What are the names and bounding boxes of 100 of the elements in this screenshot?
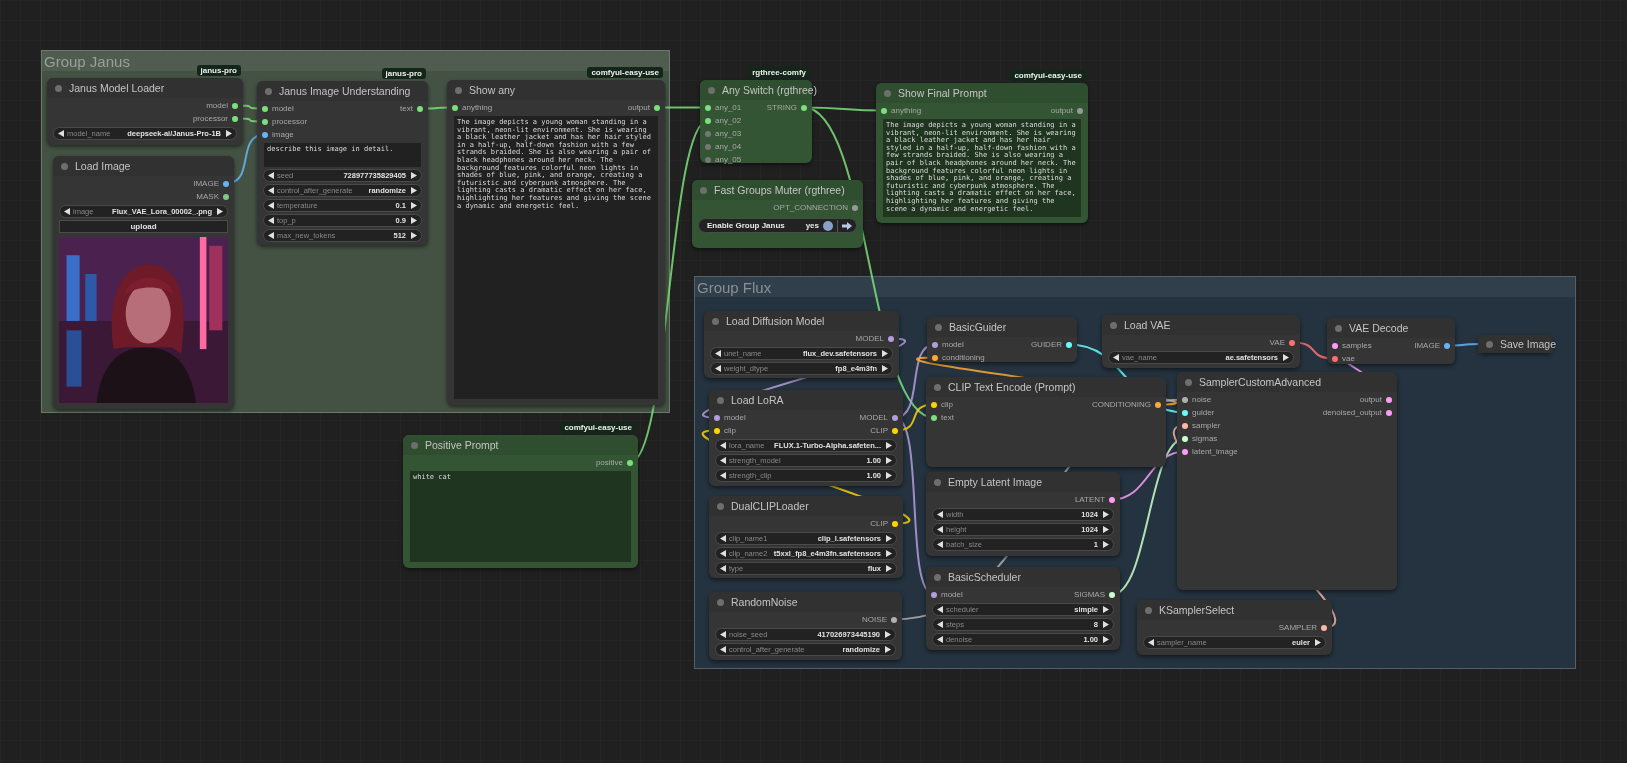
left-arrow-icon[interactable]	[720, 550, 726, 557]
left-arrow-icon[interactable]	[720, 535, 726, 542]
input-socket[interactable]	[705, 156, 711, 163]
right-arrow-icon[interactable]	[886, 535, 892, 542]
collapse-dot[interactable]	[934, 383, 941, 391]
input-socket[interactable]	[932, 341, 938, 348]
right-arrow-icon[interactable]	[411, 217, 417, 224]
output-socket[interactable]	[417, 105, 423, 112]
left-arrow-icon[interactable]	[937, 621, 943, 628]
collapse-dot[interactable]	[1486, 340, 1493, 348]
left-arrow-icon[interactable]	[720, 646, 726, 653]
output-socket[interactable]	[1066, 341, 1072, 348]
collapse-dot[interactable]	[1185, 378, 1192, 386]
left-arrow-icon[interactable]	[715, 365, 721, 372]
node-panel[interactable]: Fast Groups Muter (rgthree) OPT_CONNECTION Enable Group Janus yes	[692, 180, 863, 248]
right-arrow-icon[interactable]	[885, 631, 891, 638]
output-socket[interactable]	[1321, 624, 1327, 631]
output-socket[interactable]	[232, 115, 238, 122]
left-arrow-icon[interactable]	[937, 541, 943, 548]
right-arrow-icon[interactable]	[882, 350, 888, 357]
left-arrow-icon[interactable]	[1148, 639, 1154, 646]
output-socket[interactable]	[1289, 339, 1295, 346]
left-arrow-icon[interactable]	[1113, 354, 1119, 361]
output-socket[interactable]	[1386, 409, 1392, 416]
arrow-icon[interactable]	[842, 221, 852, 230]
left-arrow-icon[interactable]	[268, 187, 274, 194]
right-arrow-icon[interactable]	[1103, 511, 1109, 518]
left-arrow-icon[interactable]	[937, 636, 943, 643]
input-socket[interactable]	[932, 354, 938, 361]
right-arrow-icon[interactable]	[886, 472, 892, 479]
collapse-dot[interactable]	[717, 502, 724, 510]
left-arrow-icon[interactable]	[720, 631, 726, 638]
left-arrow-icon[interactable]	[64, 208, 70, 215]
left-arrow-icon[interactable]	[268, 202, 274, 209]
collapse-dot[interactable]	[1335, 324, 1342, 332]
output-socket[interactable]	[1155, 401, 1161, 408]
collapse-dot[interactable]	[884, 89, 891, 97]
output-socket[interactable]	[654, 104, 660, 111]
output-socket[interactable]	[892, 520, 898, 527]
collapse-dot[interactable]	[55, 84, 62, 92]
collapse-dot[interactable]	[411, 441, 418, 449]
right-arrow-icon[interactable]	[411, 187, 417, 194]
output-socket[interactable]	[1386, 396, 1392, 403]
collapse-dot[interactable]	[717, 598, 724, 606]
right-arrow-icon[interactable]	[1103, 621, 1109, 628]
output-socket[interactable]	[891, 616, 897, 623]
collapse-dot[interactable]	[61, 162, 68, 170]
toggle-knob[interactable]	[823, 220, 833, 231]
input-socket[interactable]	[705, 143, 711, 150]
output-socket[interactable]	[888, 335, 894, 342]
left-arrow-icon[interactable]	[720, 565, 726, 572]
input-socket[interactable]	[931, 414, 937, 421]
output-socket[interactable]	[892, 427, 898, 434]
input-socket[interactable]	[714, 414, 720, 421]
right-arrow-icon[interactable]	[226, 130, 232, 137]
left-arrow-icon[interactable]	[720, 457, 726, 464]
left-arrow-icon[interactable]	[937, 526, 943, 533]
output-socket[interactable]	[1444, 342, 1450, 349]
right-arrow-icon[interactable]	[411, 232, 417, 239]
left-arrow-icon[interactable]	[268, 217, 274, 224]
collapse-dot[interactable]	[935, 323, 942, 331]
collapse-dot[interactable]	[1110, 321, 1117, 329]
right-arrow-icon[interactable]	[886, 457, 892, 464]
input-socket[interactable]	[931, 591, 937, 598]
output-socket[interactable]	[223, 193, 229, 200]
input-socket[interactable]	[931, 401, 937, 408]
right-arrow-icon[interactable]	[885, 646, 891, 653]
group-panel[interactable]	[41, 50, 670, 413]
input-socket[interactable]	[1332, 355, 1338, 362]
node-panel[interactable]: CLIP Text Encode (Prompt) clip text CONDITIONING	[926, 377, 1166, 467]
collapse-dot[interactable]	[934, 478, 941, 486]
collapse-dot[interactable]	[934, 573, 941, 581]
left-arrow-icon[interactable]	[937, 511, 943, 518]
output-socket[interactable]	[1109, 591, 1115, 598]
left-arrow-icon[interactable]	[58, 130, 64, 137]
right-arrow-icon[interactable]	[886, 565, 892, 572]
input-socket[interactable]	[262, 118, 268, 125]
left-arrow-icon[interactable]	[715, 350, 721, 357]
left-arrow-icon[interactable]	[268, 232, 274, 239]
collapse-dot[interactable]	[265, 87, 272, 95]
input-socket[interactable]	[705, 117, 711, 124]
group-panel[interactable]	[694, 276, 1576, 669]
right-arrow-icon[interactable]	[411, 202, 417, 209]
node-panel[interactable]: SamplerCustomAdvanced noise guider sampler sigmas latent_image output denoised_output	[1177, 372, 1397, 590]
input-socket[interactable]	[1182, 409, 1188, 416]
collapse-dot[interactable]	[700, 186, 707, 194]
output-socket[interactable]	[223, 180, 229, 187]
input-socket[interactable]	[714, 427, 720, 434]
input-socket[interactable]	[1332, 342, 1338, 349]
node-panel[interactable]: BasicGuider model conditioning GUIDER	[927, 317, 1077, 362]
right-arrow-icon[interactable]	[1103, 541, 1109, 548]
input-socket[interactable]	[705, 104, 711, 111]
output-socket[interactable]	[1109, 496, 1115, 503]
input-socket[interactable]	[452, 104, 458, 111]
right-arrow-icon[interactable]	[1283, 354, 1289, 361]
right-arrow-icon[interactable]	[886, 442, 892, 449]
input-socket[interactable]	[1182, 435, 1188, 442]
upload-button[interactable]: upload	[59, 220, 228, 233]
input-socket[interactable]	[881, 107, 887, 114]
group-toggle[interactable]: Enable Group Janus yes	[698, 218, 857, 233]
